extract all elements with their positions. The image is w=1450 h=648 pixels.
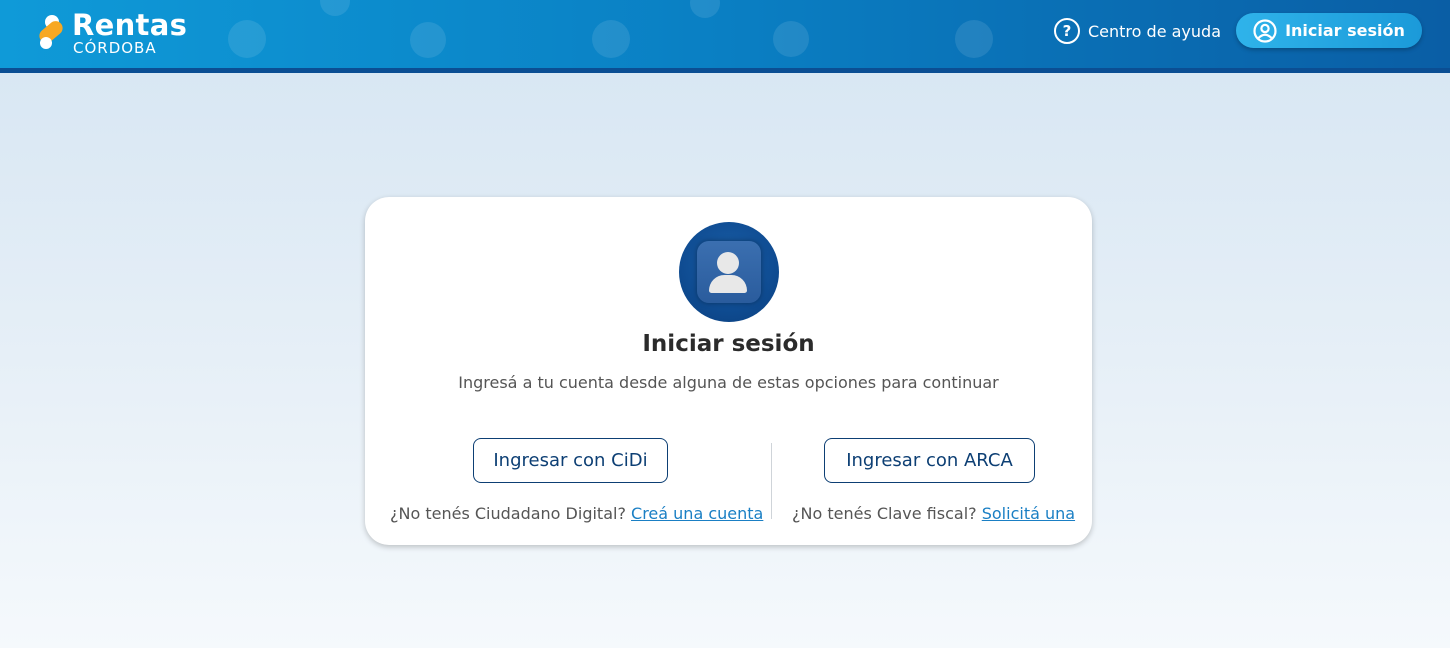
avatar: [679, 222, 779, 322]
header-decoration: [410, 22, 446, 58]
cidi-note-text: ¿No tenés Ciudadano Digital?: [390, 504, 626, 523]
header-decoration: [592, 20, 630, 58]
arca-signup-note: ¿No tenés Clave fiscal? Solicitá una: [792, 504, 1075, 523]
logo-subtitle: CÓRDOBA: [73, 38, 157, 57]
header-login-button[interactable]: Iniciar sesión: [1236, 13, 1422, 48]
login-arca-button[interactable]: Ingresar con ARCA: [824, 438, 1035, 483]
header-bottom-strip: [0, 68, 1450, 73]
options-divider: [771, 443, 772, 519]
user-silhouette-icon: [697, 241, 761, 303]
top-header: Rentas CÓRDOBA ? Centro de ayuda Iniciar…: [0, 0, 1450, 68]
request-fiscal-key-link[interactable]: Solicitá una: [982, 504, 1075, 523]
help-center-link[interactable]: ? Centro de ayuda: [1054, 17, 1221, 45]
rentas-cordoba-logo[interactable]: Rentas CÓRDOBA: [36, 8, 187, 58]
help-center-label: Centro de ayuda: [1088, 21, 1221, 41]
logo-text: Rentas CÓRDOBA: [72, 7, 188, 57]
header-decoration: [228, 20, 266, 58]
user-circle-icon: [1253, 18, 1277, 43]
login-instructions: Ingresá a tu cuenta desde alguna de esta…: [458, 373, 999, 392]
page-title: Iniciar sesión: [642, 331, 815, 357]
login-card: Iniciar sesión Ingresá a tu cuenta desde…: [365, 197, 1092, 545]
login-cidi-button[interactable]: Ingresar con CiDi: [473, 438, 668, 483]
header-decoration: [690, 0, 720, 18]
arca-note-text: ¿No tenés Clave fiscal?: [792, 504, 977, 523]
header-decoration: [955, 20, 993, 58]
create-account-link[interactable]: Creá una cuenta: [631, 504, 763, 523]
header-decoration: [773, 21, 809, 57]
logo-title: Rentas: [72, 7, 188, 42]
question-circle-icon: ?: [1054, 18, 1080, 44]
header-decoration: [320, 0, 350, 16]
cidi-signup-note: ¿No tenés Ciudadano Digital? Creá una cu…: [390, 504, 763, 523]
logo-mark-icon: [36, 15, 66, 51]
header-login-label: Iniciar sesión: [1285, 21, 1405, 40]
